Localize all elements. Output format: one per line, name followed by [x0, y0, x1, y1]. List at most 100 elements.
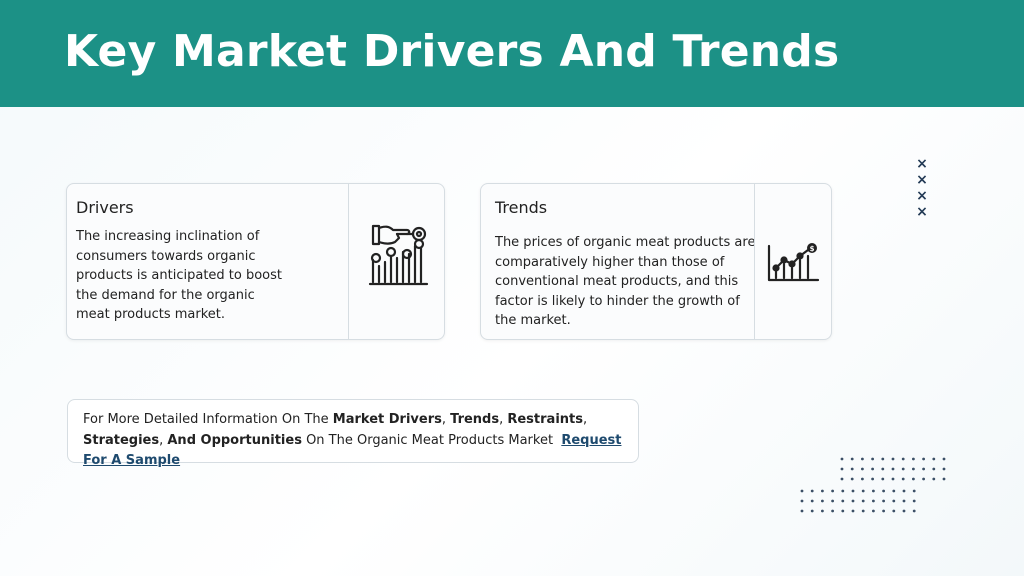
- dot: [861, 457, 864, 461]
- dot: [800, 509, 804, 513]
- dot: [872, 489, 875, 493]
- title-bar: Key Market Drivers And Trends: [0, 0, 1024, 107]
- dot: [841, 509, 845, 513]
- dot: [861, 467, 864, 471]
- dot: [840, 457, 844, 461]
- dot: [902, 489, 906, 493]
- dot: [912, 457, 915, 461]
- dot: [850, 457, 854, 461]
- rising-chart-dollar-icon: $: [767, 243, 820, 282]
- more-info-box: For More Detailed Information On The Mar…: [67, 399, 639, 468]
- drivers-card: Drivers The increasing inclination of co…: [66, 183, 445, 340]
- x-mark-icon: ×: [916, 188, 928, 204]
- info-bold-market-drivers: Market Drivers: [332, 412, 442, 427]
- dot: [810, 509, 814, 513]
- dot: [800, 499, 804, 503]
- dot: [892, 489, 896, 493]
- dot: [912, 489, 916, 493]
- dot: [841, 489, 845, 493]
- trends-text: The prices of organic meat products are …: [495, 235, 756, 328]
- dot: [922, 457, 925, 461]
- dot: [850, 477, 854, 481]
- dot: [882, 489, 885, 493]
- info-text-part: On The Organic Meat Products Market: [301, 432, 562, 448]
- dot: [851, 499, 855, 503]
- x-mark-icon: ×: [916, 156, 928, 172]
- info-bold-trends: Trends: [450, 412, 500, 427]
- x-mark-icon: ×: [916, 172, 928, 188]
- dot: [841, 499, 845, 503]
- dot: [942, 467, 946, 471]
- dot: [932, 457, 936, 461]
- drivers-heading: Drivers: [76, 198, 134, 217]
- dot: [942, 457, 946, 461]
- dot: [881, 457, 885, 461]
- trends-heading: Trends: [495, 198, 548, 217]
- dot: [881, 477, 885, 481]
- drivers-divider: [348, 184, 349, 339]
- dot: [872, 499, 875, 503]
- dot: [831, 509, 834, 513]
- dot: [892, 509, 896, 513]
- dot: [902, 509, 906, 513]
- dot: [861, 499, 865, 503]
- dot: [912, 467, 915, 471]
- dot: [901, 457, 905, 461]
- dot: [922, 477, 925, 481]
- dot: [800, 489, 804, 493]
- trends-divider: [754, 184, 755, 339]
- dot-grid-decoration: [800, 489, 916, 513]
- dot: [912, 477, 915, 481]
- info-bold-restraints: Restraints: [507, 412, 583, 427]
- dot: [932, 467, 936, 471]
- dot: [912, 509, 916, 513]
- dot: [840, 477, 844, 481]
- dot: [881, 467, 885, 471]
- dot: [932, 477, 936, 481]
- dot: [861, 489, 865, 493]
- x-marks-decoration: × × × ×: [914, 156, 930, 220]
- x-mark-icon: ×: [916, 204, 928, 220]
- dot: [891, 457, 895, 461]
- page-title: Key Market Drivers And Trends: [64, 26, 840, 77]
- dot: [861, 477, 864, 481]
- dot-grid-decoration: [840, 457, 946, 481]
- hand-pointing-chart-icon: [368, 224, 429, 286]
- dot: [840, 467, 844, 471]
- dot: [810, 489, 814, 493]
- info-text-part: ,: [583, 412, 588, 427]
- info-bold-opportunities: And Opportunities: [167, 432, 302, 448]
- dot: [861, 509, 865, 513]
- dot: [810, 499, 814, 503]
- dot: [871, 477, 874, 481]
- info-text-part: For More Detailed Information On The: [83, 412, 333, 427]
- dot: [821, 499, 824, 503]
- dot: [871, 457, 874, 461]
- dot: [831, 489, 834, 493]
- dot: [901, 477, 905, 481]
- dot: [942, 477, 946, 481]
- dot: [821, 509, 824, 513]
- dot: [891, 477, 895, 481]
- dot: [891, 467, 895, 471]
- dot: [821, 489, 824, 493]
- dot: [882, 499, 885, 503]
- drivers-text: The increasing inclination of consumers …: [76, 229, 283, 322]
- dot: [871, 467, 874, 471]
- trends-card: Trends The prices of organic meat produc…: [480, 183, 832, 340]
- dot: [892, 499, 896, 503]
- svg-text:$: $: [810, 245, 815, 253]
- info-text-part: ,: [441, 412, 451, 427]
- dot: [851, 509, 855, 513]
- dot: [912, 499, 916, 503]
- dot: [902, 499, 906, 503]
- dot: [850, 467, 854, 471]
- dot: [831, 499, 834, 503]
- dot: [851, 489, 855, 493]
- dot: [901, 467, 905, 471]
- info-bold-strategies: Strategies: [83, 432, 160, 448]
- dot: [872, 509, 875, 513]
- more-info-text: For More Detailed Information On The Mar…: [83, 410, 628, 472]
- dot: [922, 467, 925, 471]
- dot: [882, 509, 885, 513]
